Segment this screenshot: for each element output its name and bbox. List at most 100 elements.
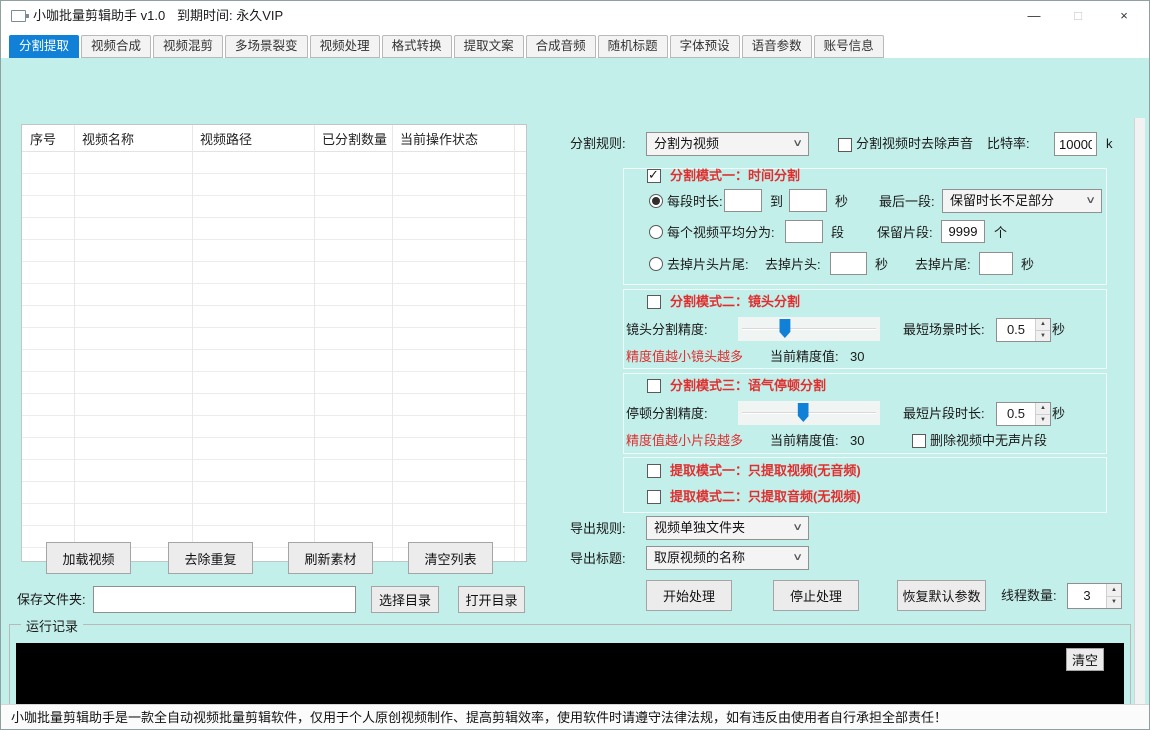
select-directory-button[interactable]: 选择目录 <box>371 586 439 613</box>
segment-unit-label: 段 <box>831 225 844 241</box>
tab-account-info[interactable]: 账号信息 <box>814 35 884 58</box>
pause-current-precision-label: 当前精度值: <box>770 433 839 449</box>
close-button[interactable]: × <box>1102 1 1146 31</box>
main-panel: 序号 视频名称 视频路径 已分割数量 当前操作状态 加载视频 去除重复 刷新素材… <box>1 58 1149 704</box>
column-divider <box>192 125 193 561</box>
average-count-input[interactable] <box>785 220 823 243</box>
average-split-radio[interactable] <box>649 225 663 239</box>
stop-processing-button[interactable]: 停止处理 <box>773 580 859 611</box>
split-rule-select[interactable]: 分割为视频 ∨ <box>646 132 809 156</box>
extract-video-only-checkbox[interactable] <box>647 464 661 478</box>
tab-extract-text[interactable]: 提取文案 <box>454 35 524 58</box>
min-scene-value[interactable]: 0.5 <box>997 319 1035 341</box>
export-title-select[interactable]: 取原视频的名称 ∨ <box>646 546 809 570</box>
save-folder-input[interactable] <box>93 586 356 613</box>
min-scene-spinner[interactable]: 0.5 ▲ ▼ <box>996 318 1051 342</box>
column-header-status[interactable]: 当前操作状态 <box>392 129 514 148</box>
column-header-path[interactable]: 视频路径 <box>192 129 314 148</box>
trim-head-tail-label[interactable]: 去掉片头片尾: <box>667 257 749 273</box>
slider-thumb[interactable] <box>798 403 809 422</box>
column-divider <box>314 125 315 561</box>
bitrate-unit-label: k <box>1106 136 1113 152</box>
video-table[interactable]: 序号 视频名称 视频路径 已分割数量 当前操作状态 <box>21 124 527 562</box>
min-clip-value[interactable]: 0.5 <box>997 403 1035 425</box>
clear-log-button[interactable]: 清空 <box>1066 648 1104 671</box>
trim-head-tail-radio[interactable] <box>649 257 663 271</box>
mode2-title[interactable]: 分割模式二：镜头分割 <box>670 294 800 310</box>
tab-video-process[interactable]: 视频处理 <box>310 35 380 58</box>
export-rule-select[interactable]: 视频单独文件夹 ∨ <box>646 516 809 540</box>
load-videos-button[interactable]: 加载视频 <box>46 542 131 574</box>
clear-list-button[interactable]: 清空列表 <box>408 542 493 574</box>
column-header-name[interactable]: 视频名称 <box>74 129 192 148</box>
spin-up-icon[interactable]: ▲ <box>1036 319 1050 331</box>
min-scene-label: 最短场景时长: <box>903 322 985 338</box>
column-header-count[interactable]: 已分割数量 <box>314 129 392 148</box>
tab-split-extract[interactable]: 分割提取 <box>9 35 79 58</box>
tab-random-title[interactable]: 随机标题 <box>598 35 668 58</box>
tab-bar: 分割提取 视频合成 视频混剪 多场景裂变 视频处理 格式转换 提取文案 合成音频… <box>1 31 1149 58</box>
app-icon <box>11 10 26 22</box>
keep-segments-input[interactable] <box>941 220 985 243</box>
column-header-index[interactable]: 序号 <box>22 129 74 148</box>
remove-silent-checkbox[interactable] <box>912 434 926 448</box>
tab-compose-audio[interactable]: 合成音频 <box>526 35 596 58</box>
slider-thumb[interactable] <box>779 319 790 338</box>
remove-silent-label[interactable]: 删除视频中无声片段 <box>930 433 1047 449</box>
vertical-scrollbar[interactable] <box>1134 118 1145 730</box>
chevron-down-icon: ∨ <box>792 517 803 539</box>
tab-font-preset[interactable]: 字体预设 <box>670 35 740 58</box>
keep-unit-label: 个 <box>994 225 1007 241</box>
tab-video-mix[interactable]: 视频混剪 <box>153 35 223 58</box>
mode1-checkbox[interactable] <box>647 169 661 183</box>
thread-count-value[interactable]: 3 <box>1068 584 1106 608</box>
tab-voice-params[interactable]: 语音参数 <box>742 35 812 58</box>
segment-duration-label[interactable]: 每段时长: <box>667 194 723 210</box>
shot-precision-slider[interactable] <box>738 317 880 341</box>
mode2-checkbox[interactable] <box>647 295 661 309</box>
slider-track <box>742 412 876 414</box>
thread-count-spinner[interactable]: 3 ▲ ▼ <box>1067 583 1122 609</box>
export-title-label: 导出标题: <box>570 551 626 567</box>
maximize-button[interactable]: □ <box>1056 1 1100 31</box>
trim-head-input[interactable] <box>830 252 867 275</box>
minimize-button[interactable]: — <box>1012 1 1056 31</box>
extract-video-only-label[interactable]: 提取模式一：只提取视频(无音频) <box>670 463 861 479</box>
remove-audio-label[interactable]: 分割视频时去除声音 <box>856 136 973 152</box>
column-divider <box>392 125 393 561</box>
mode3-checkbox[interactable] <box>647 379 661 393</box>
refresh-material-button[interactable]: 刷新素材 <box>288 542 373 574</box>
extract-audio-only-checkbox[interactable] <box>647 490 661 504</box>
pause-precision-hint: 精度值越小片段越多 <box>626 433 743 449</box>
open-directory-button[interactable]: 打开目录 <box>458 586 525 613</box>
segment-duration-radio[interactable] <box>649 194 663 208</box>
start-processing-button[interactable]: 开始处理 <box>646 580 732 611</box>
remove-audio-checkbox[interactable] <box>838 138 852 152</box>
extract-audio-only-label[interactable]: 提取模式二：只提取音频(无视频) <box>670 489 861 505</box>
tab-video-compose[interactable]: 视频合成 <box>81 35 151 58</box>
segment-to-input[interactable] <box>789 189 827 212</box>
mode3-title[interactable]: 分割模式三：语气停顿分割 <box>670 378 826 394</box>
tab-multi-scene[interactable]: 多场景裂变 <box>225 35 308 58</box>
shot-current-precision-label: 当前精度值: <box>770 349 839 365</box>
pause-precision-slider[interactable] <box>738 401 880 425</box>
tab-format-convert[interactable]: 格式转换 <box>382 35 452 58</box>
last-segment-select[interactable]: 保留时长不足部分 ∨ <box>942 189 1102 213</box>
spin-up-icon[interactable]: ▲ <box>1036 403 1050 415</box>
reset-defaults-button[interactable]: 恢复默认参数 <box>897 580 986 611</box>
thread-count-label: 线程数量: <box>1001 588 1057 604</box>
video-table-body[interactable] <box>22 152 526 561</box>
min-clip-spinner[interactable]: 0.5 ▲ ▼ <box>996 402 1051 426</box>
bitrate-input[interactable] <box>1054 132 1097 156</box>
status-text: 小咖批量剪辑助手是一款全自动视频批量剪辑软件，仅用于个人原创视频制作、提高剪辑效… <box>11 705 947 730</box>
spin-down-icon[interactable]: ▼ <box>1036 415 1050 426</box>
chevron-down-icon: ∨ <box>792 133 803 155</box>
spin-up-icon[interactable]: ▲ <box>1107 584 1121 597</box>
remove-duplicates-button[interactable]: 去除重复 <box>168 542 253 574</box>
spin-down-icon[interactable]: ▼ <box>1107 597 1121 609</box>
trim-tail-input[interactable] <box>979 252 1013 275</box>
mode1-title[interactable]: 分割模式一：时间分割 <box>670 168 800 184</box>
spin-down-icon[interactable]: ▼ <box>1036 331 1050 342</box>
segment-from-input[interactable] <box>724 189 762 212</box>
average-split-label[interactable]: 每个视频平均分为: <box>667 225 775 241</box>
